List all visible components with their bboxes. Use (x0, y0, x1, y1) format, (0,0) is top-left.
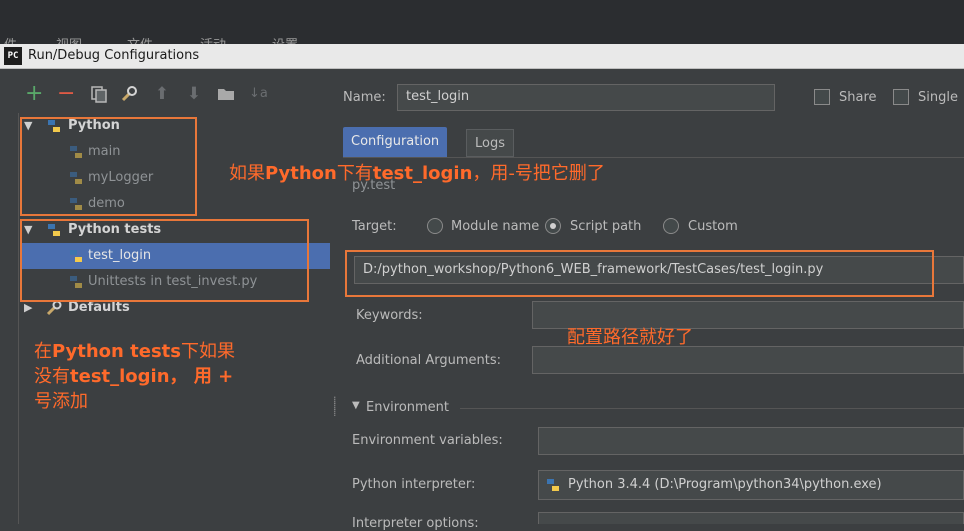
name-input-value: test_login (406, 89, 470, 104)
environment-divider (460, 408, 964, 409)
pane-splitter[interactable] (330, 69, 344, 524)
add-icon[interactable]: + (25, 83, 43, 105)
environment-header: Environment (366, 400, 450, 415)
tab-divider (343, 157, 964, 158)
single-label: Single (918, 90, 958, 105)
wrench-icon[interactable] (120, 85, 138, 103)
splitter-grip-icon[interactable]: ⁞ ⁞ ⁞ (333, 395, 341, 418)
target-script-path-radio[interactable] (545, 218, 561, 234)
annotation-delete-note: 如果Python下有test_login，用-号把它删了 (229, 163, 605, 184)
target-module-name-radio[interactable] (427, 218, 443, 234)
move-down-icon[interactable]: ⬇ (185, 85, 203, 103)
pycharm-app-icon: PC (4, 47, 22, 65)
environment-variables-input[interactable] (538, 427, 964, 455)
target-custom-radio[interactable] (663, 218, 679, 234)
python-icon (547, 479, 559, 491)
name-label: Name: (343, 90, 386, 105)
radio-label: Module name (451, 219, 540, 234)
python-interpreter-value: Python 3.4.4 (D:\Program\python34\python… (568, 477, 882, 492)
share-label: Share (839, 90, 877, 105)
dialog-title-bar[interactable]: PC Run/Debug Configurations (0, 44, 964, 69)
annotation-add-note-line2: 没有test_login， 用 + (34, 366, 234, 387)
single-instance-checkbox[interactable] (893, 89, 909, 105)
python-interpreter-label: Python interpreter: (352, 477, 476, 492)
target-label: Target: (352, 219, 397, 234)
folder-icon[interactable] (217, 85, 235, 103)
interpreter-options-input[interactable] (538, 512, 964, 524)
remove-icon[interactable]: − (57, 83, 75, 105)
environment-collapse-icon[interactable]: ▼ (352, 400, 360, 411)
annotation-box-python (20, 117, 197, 216)
additional-arguments-input[interactable] (532, 346, 964, 374)
move-up-icon[interactable]: ⬆ (153, 85, 171, 103)
name-input[interactable]: test_login (397, 84, 775, 111)
tree-border (18, 113, 19, 524)
copy-icon[interactable] (90, 85, 108, 103)
radio-label: Custom (688, 219, 738, 234)
keywords-label: Keywords: (356, 308, 423, 323)
share-checkbox[interactable] (814, 89, 830, 105)
python-interpreter-select[interactable]: Python 3.4.4 (D:\Program\python34\python… (538, 470, 964, 500)
annotation-path-note: 配置路径就好了 (567, 327, 693, 348)
annotation-box-script-path (345, 250, 934, 297)
wrench-defaults-icon (46, 300, 62, 316)
background-window-strip: 件 视图 文件 活动 设置 (0, 0, 964, 53)
additional-arguments-label: Additional Arguments: (356, 353, 502, 368)
tab-configuration[interactable]: Configuration (343, 127, 448, 157)
dialog-title: Run/Debug Configurations (28, 48, 200, 63)
annotation-add-note-line3: 号添加 (34, 391, 88, 412)
environment-variables-label: Environment variables: (352, 433, 503, 448)
sort-icon[interactable]: ↓a (249, 85, 268, 103)
annotation-add-note-line1: 在Python tests下如果 (34, 341, 235, 362)
annotation-box-python-tests (20, 219, 309, 302)
keywords-input[interactable] (532, 301, 964, 329)
tab-logs[interactable]: Logs (466, 129, 514, 157)
radio-label: Script path (570, 219, 642, 234)
